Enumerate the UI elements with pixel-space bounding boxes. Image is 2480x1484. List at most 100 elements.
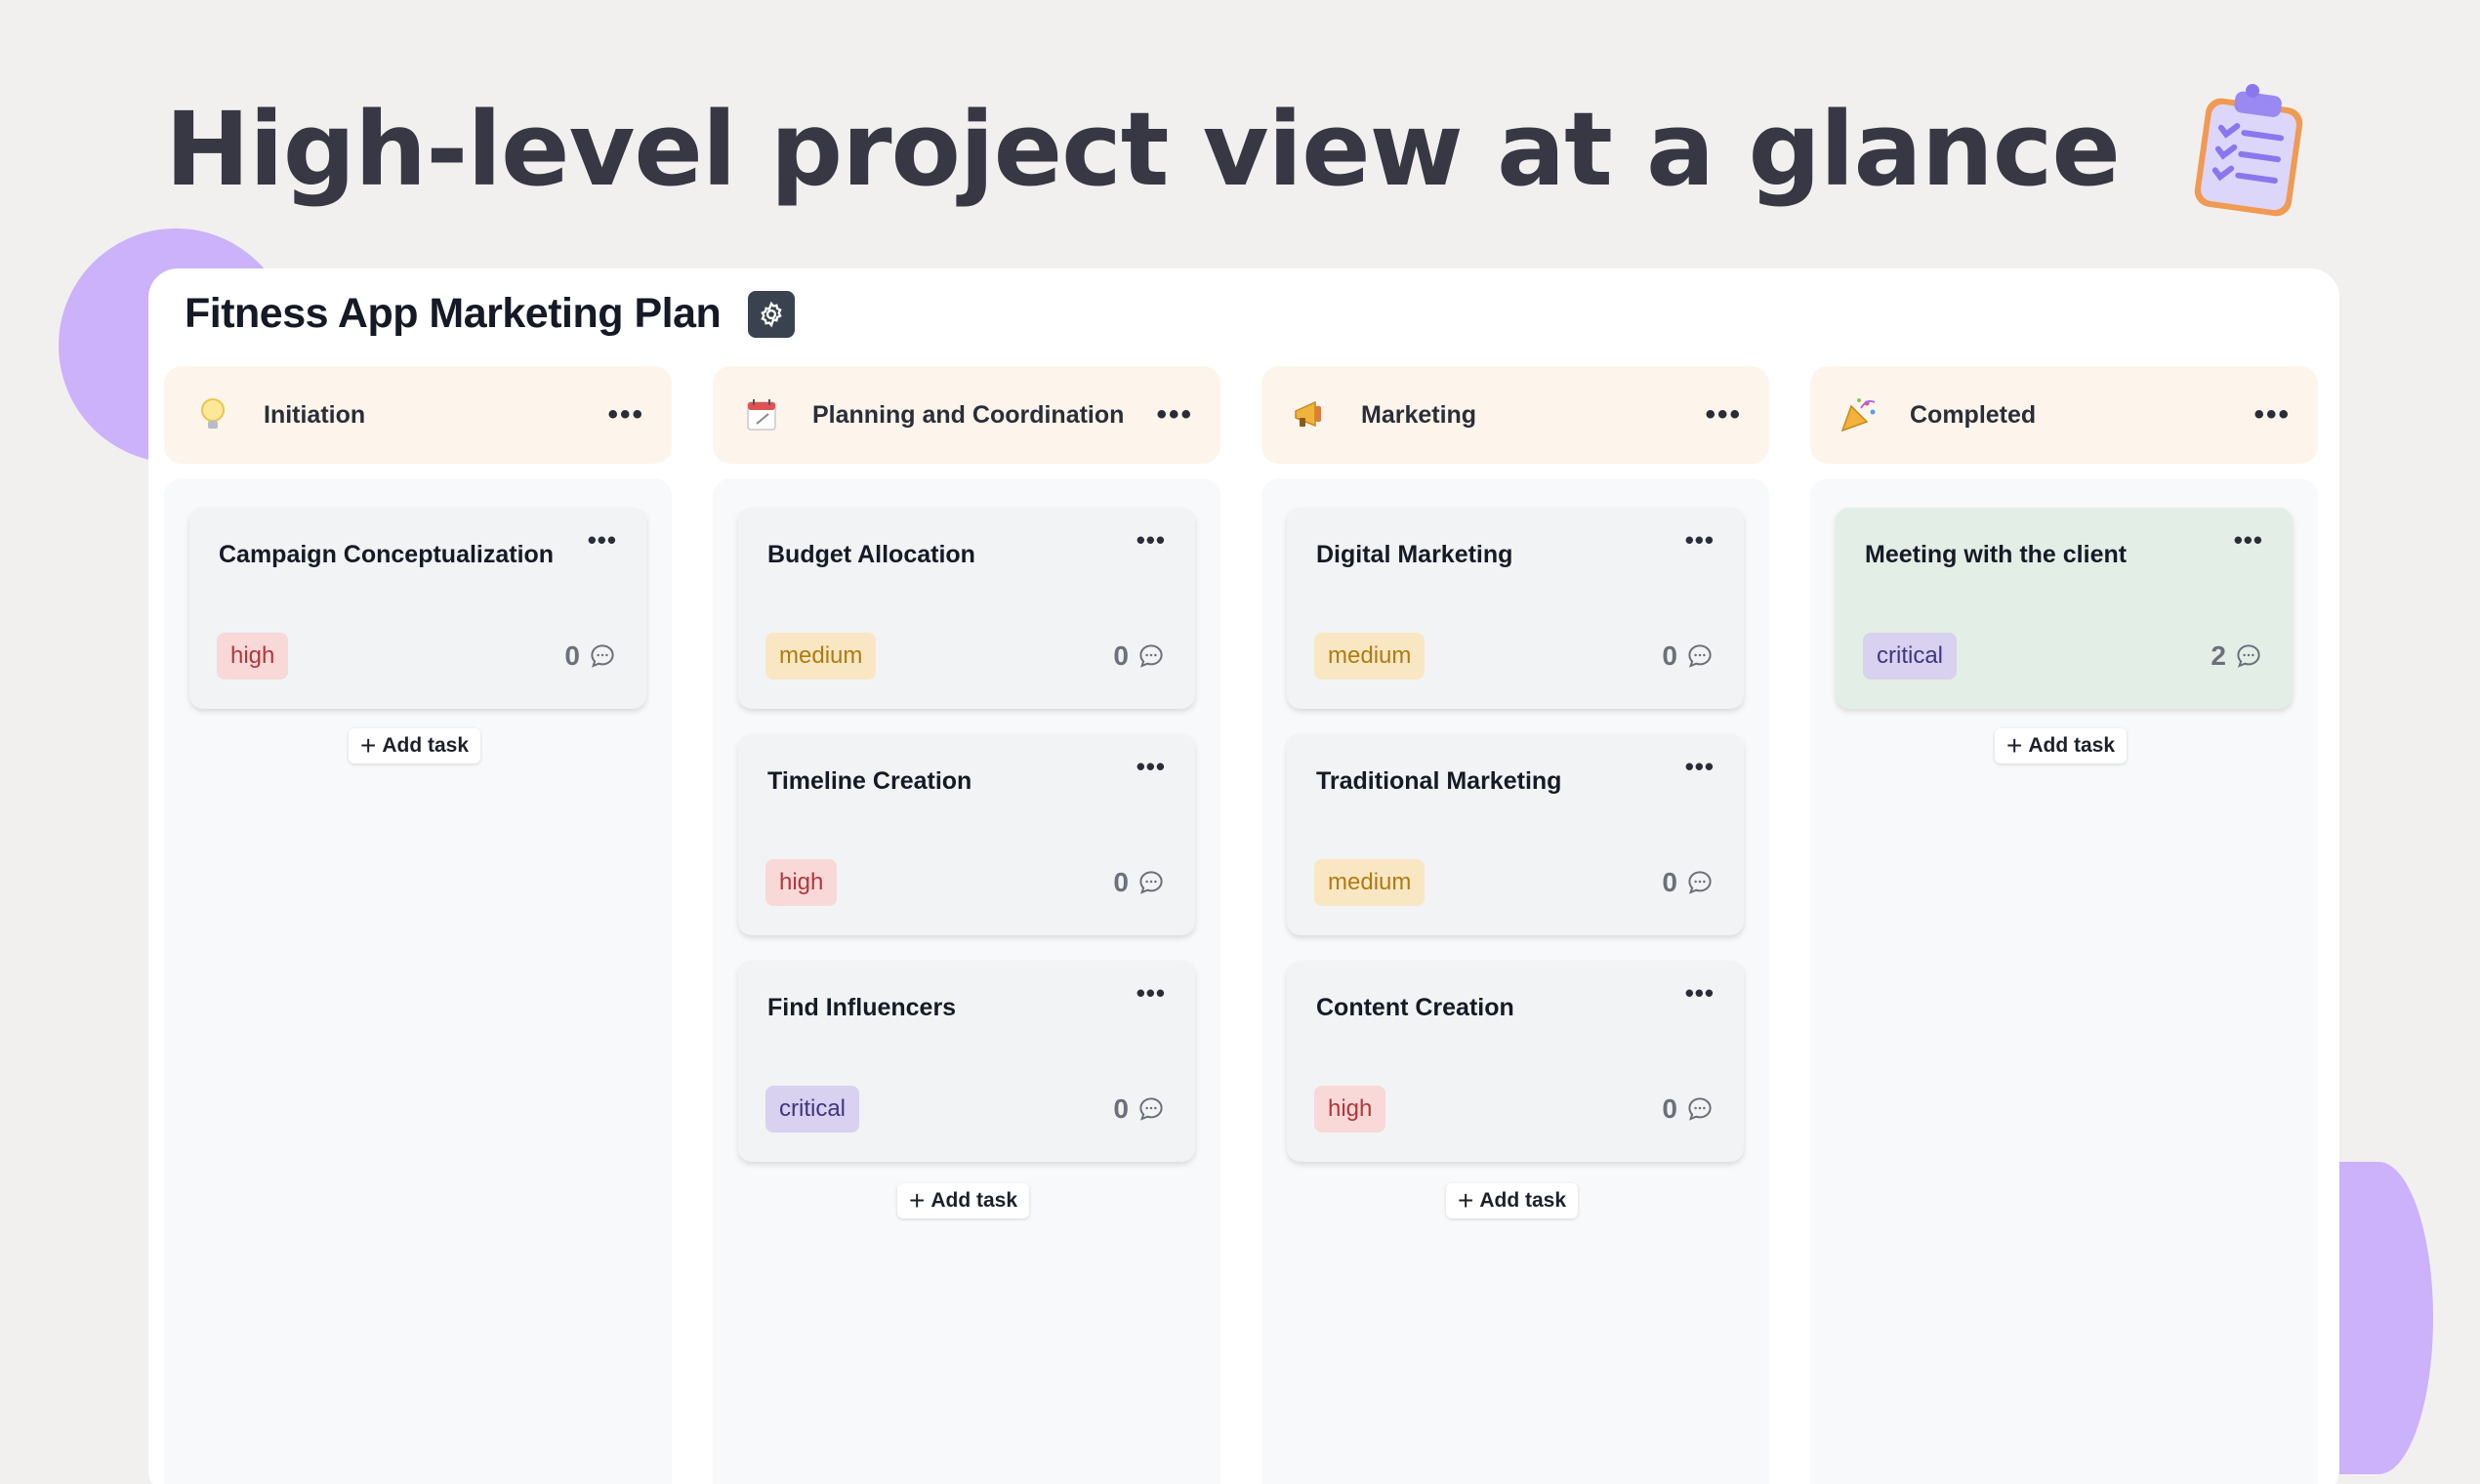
priority-badge: medium bbox=[765, 633, 877, 680]
task-title: Meeting with the client bbox=[1865, 541, 2128, 568]
comment-count: 0 bbox=[1113, 1093, 1129, 1124]
task-card[interactable]: Find Influencers ••• critical 0 bbox=[738, 961, 1195, 1162]
megaphone-icon bbox=[1289, 393, 1332, 436]
column-body: Meeting with the client ••• critical 2 +… bbox=[1810, 478, 2318, 1484]
column-menu-button[interactable]: ••• bbox=[607, 400, 644, 430]
comment-icon bbox=[1139, 644, 1163, 668]
card-menu-button[interactable]: ••• bbox=[1137, 978, 1166, 1009]
plus-icon: + bbox=[2006, 730, 2023, 761]
task-title: Find Influencers bbox=[767, 994, 957, 1021]
comment-icon bbox=[1688, 871, 1712, 894]
column-header: Completed ••• bbox=[1810, 366, 2318, 464]
task-card[interactable]: Campaign Conceptualization ••• high 0 bbox=[189, 508, 646, 709]
comment-count: 0 bbox=[564, 640, 580, 671]
comment-icon bbox=[1688, 1097, 1712, 1121]
comments-button[interactable]: 0 bbox=[1662, 867, 1715, 898]
hero: High-level project view at a glance bbox=[0, 76, 2480, 223]
add-task-button[interactable]: + Add task bbox=[897, 1183, 1030, 1218]
calendar-icon bbox=[740, 393, 783, 436]
column-body: Digital Marketing ••• medium 0 Tradition… bbox=[1261, 478, 1769, 1484]
comments-button[interactable]: 2 bbox=[2211, 640, 2263, 672]
priority-badge: high bbox=[765, 859, 838, 906]
comment-icon bbox=[1139, 1097, 1163, 1121]
comment-count: 2 bbox=[2211, 640, 2226, 671]
column-completed: Completed ••• Meeting with the client ••… bbox=[1810, 366, 2318, 1484]
priority-badge: critical bbox=[765, 1086, 860, 1133]
column-initiation: Initiation ••• Campaign Conceptualizatio… bbox=[164, 366, 672, 1484]
plus-icon: + bbox=[1458, 1185, 1474, 1216]
task-card[interactable]: Meeting with the client ••• critical 2 bbox=[1836, 508, 2293, 709]
plus-icon: + bbox=[909, 1185, 926, 1216]
decorative-blob-right bbox=[2324, 1162, 2433, 1474]
comment-icon bbox=[2237, 644, 2260, 668]
task-title: Content Creation bbox=[1316, 994, 1514, 1021]
column-title: Marketing bbox=[1361, 400, 1477, 429]
priority-badge: medium bbox=[1314, 633, 1426, 680]
priority-badge: high bbox=[1314, 1086, 1386, 1133]
card-menu-button[interactable]: ••• bbox=[1137, 525, 1166, 556]
task-title: Traditional Marketing bbox=[1316, 767, 1562, 795]
add-task-button[interactable]: + Add task bbox=[1995, 728, 2128, 763]
comment-icon bbox=[591, 644, 614, 668]
task-card[interactable]: Timeline Creation ••• high 0 bbox=[738, 734, 1195, 935]
add-task-label: Add task bbox=[2028, 734, 2116, 757]
settings-button[interactable] bbox=[748, 290, 796, 338]
comments-button[interactable]: 0 bbox=[1113, 640, 1166, 672]
task-card[interactable]: Budget Allocation ••• medium 0 bbox=[738, 508, 1195, 709]
card-menu-button[interactable]: ••• bbox=[1137, 752, 1166, 782]
column-title: Completed bbox=[1910, 400, 2037, 429]
add-task-label: Add task bbox=[930, 1189, 1018, 1212]
comment-count: 0 bbox=[1113, 640, 1129, 671]
task-card[interactable]: Traditional Marketing ••• medium 0 bbox=[1287, 734, 1744, 935]
column-planning: Planning and Coordination ••• Budget All… bbox=[713, 366, 1220, 1484]
comments-button[interactable]: 0 bbox=[1113, 1093, 1166, 1125]
comment-icon bbox=[1688, 644, 1712, 668]
add-task-label: Add task bbox=[382, 734, 470, 757]
card-menu-button[interactable]: ••• bbox=[1685, 978, 1715, 1009]
task-title: Campaign Conceptualization bbox=[219, 541, 555, 568]
column-body: Budget Allocation ••• medium 0 Timeline … bbox=[713, 478, 1220, 1484]
column-menu-button[interactable]: ••• bbox=[1705, 400, 1742, 430]
priority-badge: medium bbox=[1314, 859, 1426, 906]
party-popper-icon bbox=[1838, 393, 1881, 436]
board-title: Fitness App Marketing Plan bbox=[185, 290, 722, 337]
plus-icon: + bbox=[360, 730, 377, 761]
add-task-button[interactable]: + Add task bbox=[1446, 1183, 1579, 1218]
comment-icon bbox=[1139, 871, 1163, 894]
card-menu-button[interactable]: ••• bbox=[2234, 525, 2263, 556]
column-header: Initiation ••• bbox=[164, 366, 672, 464]
comments-button[interactable]: 0 bbox=[1662, 640, 1715, 672]
page: High-level project view at a glance Fitn… bbox=[0, 0, 2480, 1484]
card-menu-button[interactable]: ••• bbox=[588, 525, 617, 556]
column-title: Planning and Coordination bbox=[812, 400, 1125, 429]
column-menu-button[interactable]: ••• bbox=[1156, 400, 1193, 430]
comment-count: 0 bbox=[1113, 867, 1129, 897]
column-body: Campaign Conceptualization ••• high 0 + … bbox=[164, 478, 672, 1484]
priority-badge: critical bbox=[1863, 633, 1958, 680]
comment-count: 0 bbox=[1662, 867, 1677, 897]
comment-count: 0 bbox=[1662, 1093, 1677, 1124]
hero-title: High-level project view at a glance bbox=[165, 90, 2121, 209]
column-marketing: Marketing ••• Digital Marketing ••• medi… bbox=[1261, 366, 1769, 1484]
comments-button[interactable]: 0 bbox=[1662, 1093, 1715, 1125]
kanban-board: Fitness App Marketing Plan Initiation ••… bbox=[148, 268, 2339, 1484]
add-task-button[interactable]: + Add task bbox=[349, 728, 481, 763]
comments-button[interactable]: 0 bbox=[564, 640, 617, 672]
add-task-label: Add task bbox=[1479, 1189, 1567, 1212]
lightbulb-icon bbox=[191, 393, 234, 436]
card-menu-button[interactable]: ••• bbox=[1685, 525, 1715, 556]
clipboard-checklist-icon bbox=[2194, 84, 2303, 217]
board-header: Fitness App Marketing Plan bbox=[185, 290, 796, 338]
task-card[interactable]: Digital Marketing ••• medium 0 bbox=[1287, 508, 1744, 709]
task-card[interactable]: Content Creation ••• high 0 bbox=[1287, 961, 1744, 1162]
task-title: Timeline Creation bbox=[767, 767, 972, 795]
comments-button[interactable]: 0 bbox=[1113, 867, 1166, 898]
column-menu-button[interactable]: ••• bbox=[2253, 400, 2291, 430]
gear-icon bbox=[761, 301, 782, 327]
column-title: Initiation bbox=[264, 400, 366, 429]
card-menu-button[interactable]: ••• bbox=[1685, 752, 1715, 782]
task-title: Digital Marketing bbox=[1316, 541, 1513, 568]
comment-count: 0 bbox=[1662, 640, 1677, 671]
priority-badge: high bbox=[217, 633, 289, 680]
column-header: Planning and Coordination ••• bbox=[713, 366, 1220, 464]
